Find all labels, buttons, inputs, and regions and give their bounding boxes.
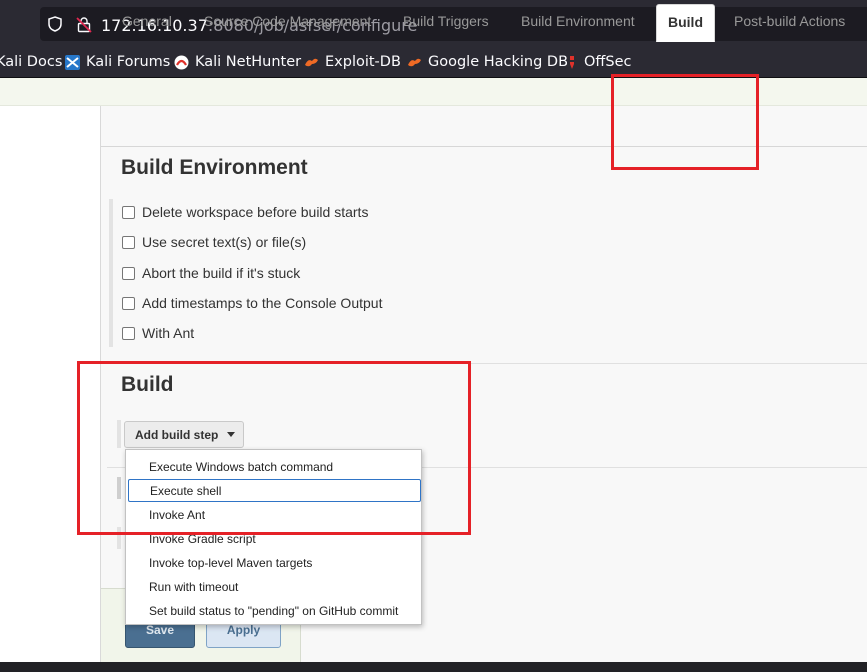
checkbox[interactable] [122, 205, 135, 219]
option-add-timestamps[interactable]: Add timestamps to the Console Output [122, 295, 382, 311]
bookmark-exploit-db[interactable]: Exploit-DB [304, 53, 401, 71]
tab-post-build-actions[interactable]: Post-build Actions [734, 13, 845, 29]
google-hacking-db-icon [408, 58, 421, 66]
checkbox[interactable] [122, 266, 135, 280]
tab-build[interactable]: Build [656, 4, 715, 42]
option-label: Use secret text(s) or file(s) [142, 234, 307, 250]
tab-build-environment[interactable]: Build Environment [521, 13, 635, 29]
kali-forums-icon [65, 54, 80, 70]
bookmark-label: Kali NetHunter [195, 54, 302, 70]
option-label: Add timestamps to the Console Output [142, 295, 383, 311]
option-label: Abort the build if it's stuck [142, 265, 301, 281]
insecure-lock-icon[interactable] [76, 16, 92, 33]
bookmark-kali-nethunter[interactable]: Kali NetHunter [174, 53, 301, 71]
options-group-bar [109, 199, 113, 347]
bookmark-label: OffSec [584, 54, 632, 70]
option-delete-workspace[interactable]: Delete workspace before build starts [122, 204, 368, 220]
bookmark-label: Google Hacking DB [428, 54, 569, 70]
bookmark-label: Exploit-DB [325, 54, 401, 70]
section-title-build-environment: Build Environment [121, 156, 308, 179]
bookmark-google-hacking-db[interactable]: Google Hacking DB [407, 53, 568, 71]
option-with-ant[interactable]: With Ant [122, 325, 194, 341]
tab-build-triggers[interactable]: Build Triggers [403, 13, 489, 29]
bookmark-kali-docs[interactable]: Kali Docs [0, 53, 62, 71]
checkbox[interactable] [122, 296, 135, 310]
menu-item-invoke-maven[interactable]: Invoke top-level Maven targets [126, 551, 423, 574]
menu-item-run-with-timeout[interactable]: Run with timeout [126, 575, 423, 598]
offsec-icon [569, 55, 575, 69]
menu-item-set-build-status[interactable]: Set build status to "pending" on GitHub … [126, 599, 423, 622]
bookmark-label: Kali Docs [0, 54, 63, 70]
shield-icon[interactable] [47, 16, 63, 32]
kali-nethunter-icon [174, 55, 189, 69]
bookmark-label: Kali Forums [86, 54, 171, 70]
option-label: With Ant [142, 325, 195, 341]
tab-source-code-management[interactable]: Source Code Management [204, 13, 371, 29]
exploit-db-icon [305, 58, 318, 66]
checkbox[interactable] [122, 326, 135, 340]
option-use-secret[interactable]: Use secret text(s) or file(s) [122, 234, 306, 250]
bookmark-kali-forums[interactable]: Kali Forums [65, 53, 170, 71]
taskbar [0, 662, 867, 672]
option-abort-if-stuck[interactable]: Abort the build if it's stuck [122, 265, 300, 281]
tab-general[interactable]: General [122, 13, 172, 29]
annotation-box-build-tab [611, 74, 759, 170]
bookmark-offsec[interactable]: OffSec [566, 53, 632, 71]
option-label: Delete workspace before build starts [142, 204, 369, 220]
checkbox[interactable] [122, 235, 135, 249]
annotation-box-build-section [77, 361, 471, 535]
